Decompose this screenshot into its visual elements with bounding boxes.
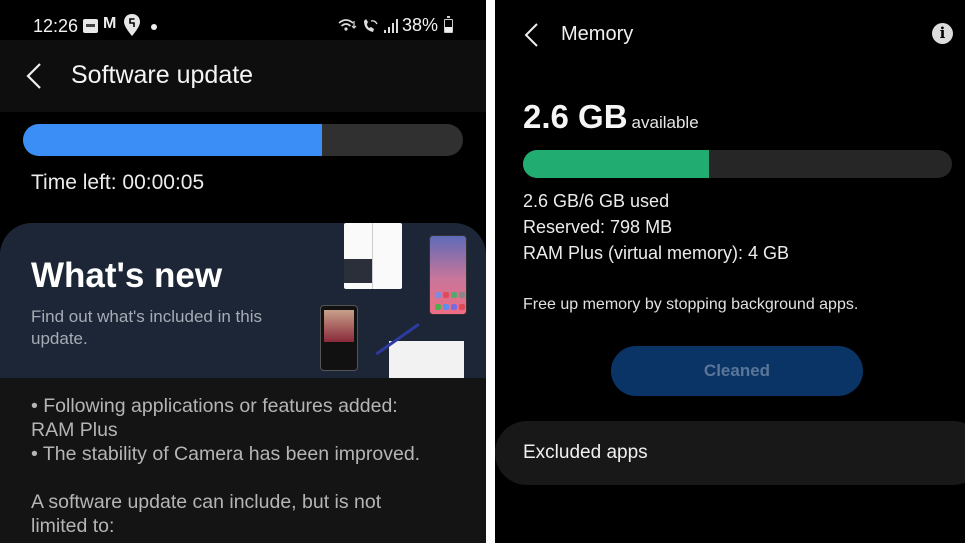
back-chevron-icon[interactable]: [523, 22, 541, 48]
memory-usage-fill: [523, 150, 709, 178]
phone-illustration: [429, 235, 467, 315]
memory-used-text: 2.6 GB/6 GB used: [523, 191, 670, 211]
battery-percent: 38%: [401, 15, 438, 35]
more-notifications-dot-icon: [151, 24, 157, 30]
excluded-apps-item[interactable]: Excluded apps: [495, 421, 965, 485]
volte-call-icon: [363, 18, 378, 32]
note-line: • Following applications or features add…: [31, 395, 398, 417]
note-line: limited to:: [31, 515, 115, 537]
release-notes: • Following applications or features add…: [0, 378, 486, 543]
battery-icon: [444, 15, 453, 33]
available-memory: 2.6 GB available: [523, 98, 699, 136]
signal-icon: [383, 18, 398, 33]
memory-usage-bar: [523, 150, 952, 178]
tablet-illustration: [344, 223, 402, 289]
ram-plus-text: RAM Plus (virtual memory): 4 GB: [523, 243, 790, 263]
page-title: Memory: [561, 23, 634, 45]
wifi-calling-icon: [338, 18, 357, 31]
whats-new-card[interactable]: What's new Find out what's included in t…: [0, 223, 486, 378]
info-icon[interactable]: i: [932, 23, 953, 44]
update-progress-bar: [23, 124, 463, 156]
note-line: RAM Plus: [31, 419, 118, 441]
note-line: A software update can include, but is no…: [31, 491, 382, 513]
paytm-icon: [83, 19, 98, 33]
excluded-apps-label: Excluded apps: [523, 442, 648, 463]
time-left-label: Time left: 00:00:05: [31, 171, 205, 194]
system-status-icons: 38%: [338, 15, 453, 36]
back-chevron-icon[interactable]: [24, 62, 44, 90]
memory-screen: Memory i 2.6 GB available 2.6 GB/6 GB use…: [495, 0, 965, 543]
available-value: 2.6 GB: [523, 98, 628, 135]
status-time: 12:26: [33, 16, 79, 36]
gmail-icon: M: [103, 15, 117, 32]
memory-reserved-text: Reserved: 798 MB: [523, 217, 673, 237]
whats-new-title: What's new: [31, 256, 223, 295]
swiggy-icon: [124, 14, 140, 36]
free-up-hint: Free up memory by stopping background ap…: [523, 296, 859, 313]
cleaned-button[interactable]: Cleaned: [611, 346, 863, 396]
notebook-illustration: [389, 341, 464, 378]
page-title: Software update: [71, 61, 254, 89]
flip-phone-illustration: [320, 305, 358, 371]
app-bar: Software update: [0, 40, 486, 112]
software-update-screen: 12:26 M 38% Software update Time left: 0…: [0, 0, 486, 543]
screenshot-divider: [486, 0, 495, 543]
status-bar: 12:26 M 38%: [0, 0, 486, 40]
update-progress-fill: [23, 124, 323, 156]
available-suffix: available: [631, 113, 699, 132]
note-line: • The stability of Camera has been impro…: [31, 443, 421, 465]
whats-new-subtitle: Find out what's included in this update.: [31, 307, 262, 348]
